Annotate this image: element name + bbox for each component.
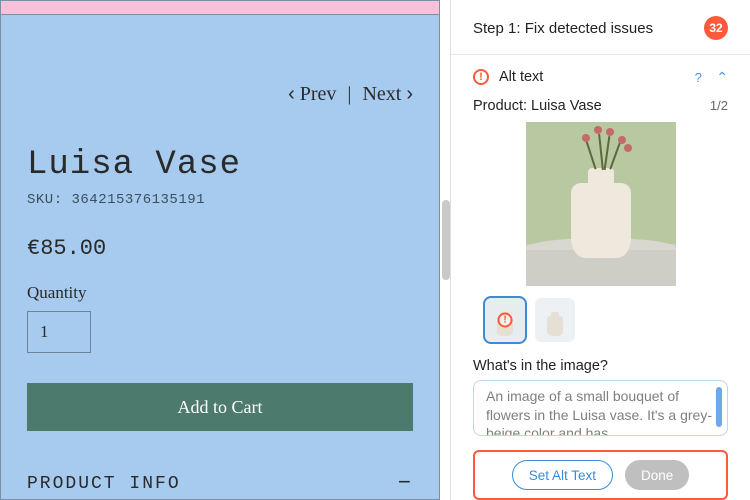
product-sku: SKU: 364215376135191 xyxy=(27,192,413,208)
accessibility-panel: Step 1: Fix detected issues 32 ! Alt tex… xyxy=(450,0,750,500)
chevron-left-icon[interactable]: ‹ xyxy=(288,83,295,105)
image-counter: 1/2 xyxy=(710,98,728,113)
divider xyxy=(451,54,750,55)
textarea-scrollbar[interactable] xyxy=(716,387,722,427)
prev-next-nav: ‹ Prev | Next › xyxy=(27,83,413,106)
alert-icon: ! xyxy=(498,312,513,327)
alt-text-input[interactable]: An image of a small bouquet of flowers i… xyxy=(473,380,728,436)
quantity-label: Quantity xyxy=(27,283,413,303)
product-price: €85.00 xyxy=(27,236,413,261)
product-image-preview xyxy=(526,122,676,286)
set-alt-text-button[interactable]: Set Alt Text xyxy=(512,460,613,490)
product-info-accordion[interactable]: PRODUCT INFO − xyxy=(27,471,413,496)
chevron-up-icon[interactable]: ⌃ xyxy=(716,69,728,86)
step-header: Step 1: Fix detected issues 32 xyxy=(473,16,728,40)
product-row: Product: Luisa Vase 1/2 xyxy=(473,98,728,114)
set-alt-text-label: Set Alt Text xyxy=(529,468,596,483)
add-to-cart-button[interactable]: Add to Cart xyxy=(27,383,413,431)
thumbnail-1[interactable]: ! xyxy=(485,298,525,342)
prev-link[interactable]: Prev xyxy=(300,83,337,105)
header-strip xyxy=(1,1,439,15)
section-title: Alt text xyxy=(499,69,680,85)
section-header: ! Alt text ? ⌃ xyxy=(473,69,728,86)
done-button[interactable]: Done xyxy=(625,460,689,490)
separator: | xyxy=(347,83,351,105)
minus-icon: − xyxy=(398,471,413,496)
next-link[interactable]: Next xyxy=(362,83,401,105)
issue-count-badge: 32 xyxy=(704,16,728,40)
alt-text-value: An image of a small bouquet of flowers i… xyxy=(486,388,712,436)
alt-text-prompt: What's in the image? xyxy=(473,358,728,374)
quantity-value: 1 xyxy=(40,322,49,342)
alert-icon: ! xyxy=(473,69,489,85)
image-thumbnails: ! xyxy=(485,298,728,342)
add-to-cart-label: Add to Cart xyxy=(178,397,263,418)
product-title: Luisa Vase xyxy=(27,146,413,184)
product-preview: ‹ Prev | Next › Luisa Vase SKU: 36421537… xyxy=(0,0,440,500)
done-label: Done xyxy=(641,468,673,483)
quantity-input[interactable]: 1 xyxy=(27,311,91,353)
scrollbar-track xyxy=(440,0,450,500)
chevron-right-icon[interactable]: › xyxy=(406,83,413,105)
action-buttons-highlight: Set Alt Text Done xyxy=(473,450,728,500)
scrollbar-thumb[interactable] xyxy=(442,200,450,280)
product-info-label: PRODUCT INFO xyxy=(27,474,181,494)
step-label: Step 1: Fix detected issues xyxy=(473,20,653,37)
help-icon[interactable]: ? xyxy=(690,69,706,85)
thumbnail-2[interactable] xyxy=(535,298,575,342)
product-label: Product: Luisa Vase xyxy=(473,98,602,114)
